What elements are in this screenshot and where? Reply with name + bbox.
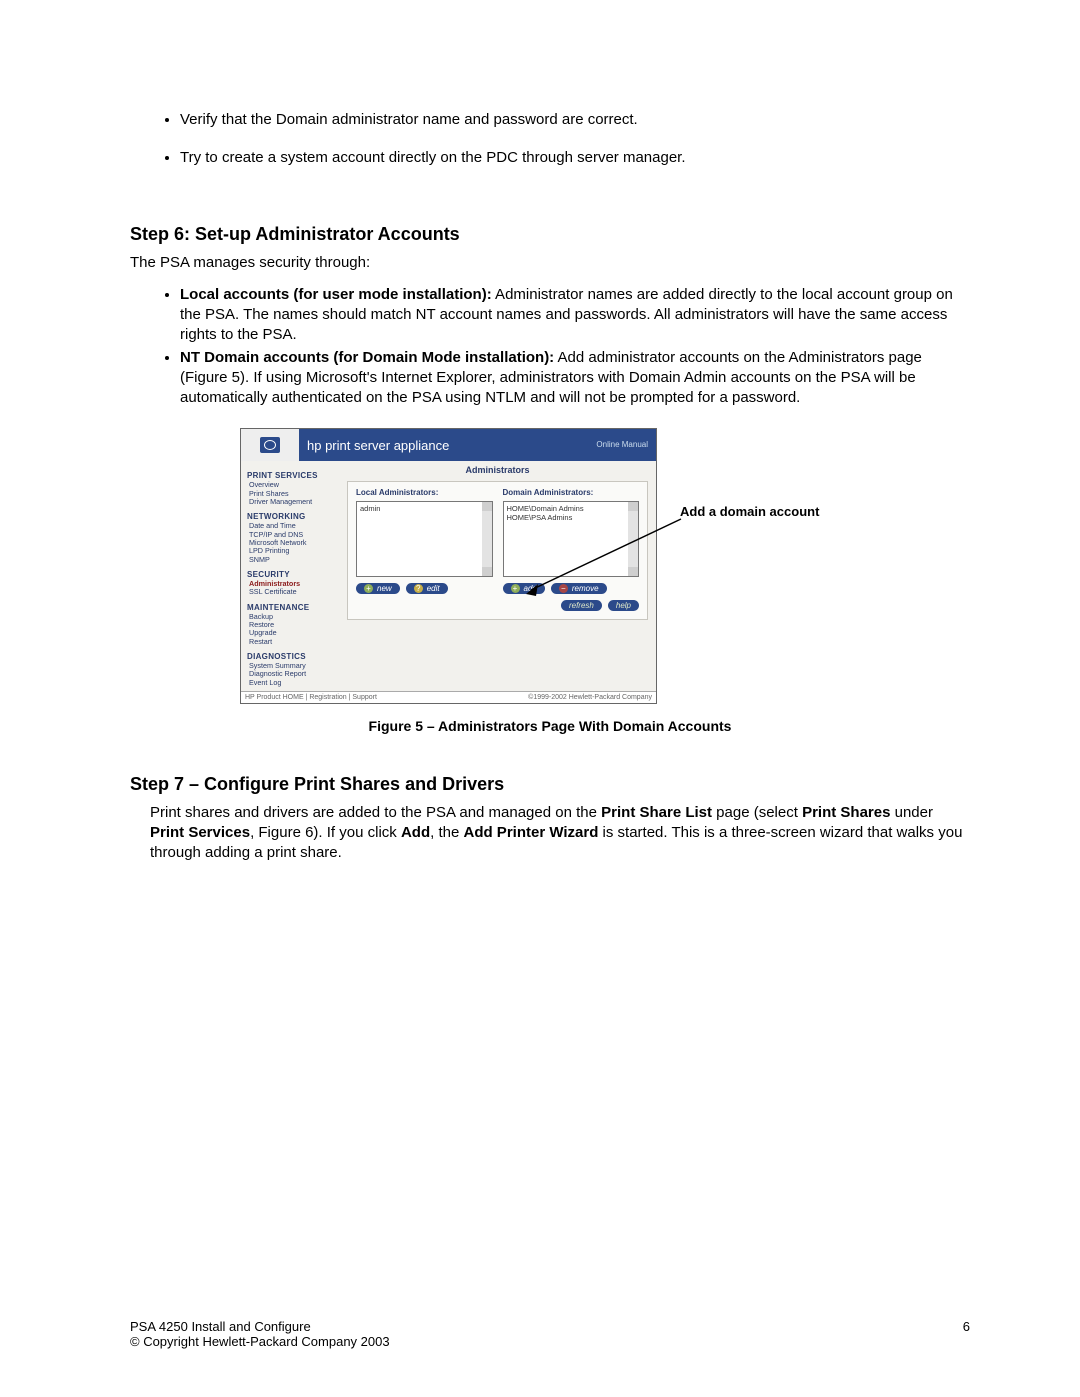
sidebar-item-ssl-cert[interactable]: SSL Certificate: [249, 588, 335, 596]
sidebar-item-driver-mgmt[interactable]: Driver Management: [249, 498, 335, 506]
plus-icon: +: [511, 584, 520, 593]
footer-copyright: © Copyright Hewlett-Packard Company 2003: [130, 1334, 390, 1349]
footer-copyright: ©1999-2002 Hewlett-Packard Company: [528, 694, 652, 701]
sidebar-item-restart[interactable]: Restart: [249, 638, 335, 646]
local-admins-listbox[interactable]: admin: [356, 501, 493, 577]
list-item[interactable]: HOME\PSA Admins: [507, 513, 626, 522]
step6-item: Local accounts (for user mode installati…: [180, 285, 970, 346]
scrollbar-icon[interactable]: [628, 502, 638, 576]
sidebar-item-snmp[interactable]: SNMP: [249, 556, 335, 564]
footer-links[interactable]: HP Product HOME | Registration | Support: [245, 694, 377, 701]
top-bullet-list: Verify that the Domain administrator nam…: [180, 110, 970, 169]
domain-admins-listbox[interactable]: HOME\Domain Admins HOME\PSA Admins: [503, 501, 640, 577]
app-header: hp print server appliance Online Manual: [241, 429, 656, 461]
step7-heading: Step 7 – Configure Print Shares and Driv…: [130, 774, 970, 795]
refresh-button[interactable]: refresh: [561, 600, 602, 611]
sidebar-item-event-log[interactable]: Event Log: [249, 679, 335, 687]
step6-item: NT Domain accounts (for Domain Mode inst…: [180, 348, 970, 409]
step7-body: Print shares and drivers are added to th…: [150, 803, 970, 864]
item-lead: Local accounts (for user mode installati…: [180, 286, 492, 303]
screenshot-admins-page: hp print server appliance Online Manual …: [240, 428, 657, 704]
annotation-label: Add a domain account: [680, 504, 819, 519]
edit-button[interactable]: ?edit: [406, 583, 448, 594]
sidebar: PRINT SERVICES Overview Print Shares Dri…: [241, 461, 339, 691]
step6-list: Local accounts (for user mode installati…: [180, 285, 970, 409]
remove-button[interactable]: −remove: [551, 583, 607, 594]
sidebar-group: DIAGNOSTICS: [247, 652, 335, 661]
bullet-item: Try to create a system account directly …: [180, 148, 970, 168]
bullet-item: Verify that the Domain administrator nam…: [180, 110, 970, 130]
sidebar-group: MAINTENANCE: [247, 603, 335, 612]
hp-logo-icon: [260, 437, 280, 453]
sidebar-group: PRINT SERVICES: [247, 471, 335, 480]
admins-panel: Local Administrators: admin +new ?ed: [347, 481, 648, 620]
list-item[interactable]: admin: [360, 504, 479, 513]
app-title: hp print server appliance: [299, 438, 596, 453]
figure5-caption: Figure 5 – Administrators Page With Doma…: [130, 718, 970, 734]
footer-doc-title: PSA 4250 Install and Configure: [130, 1319, 390, 1334]
domain-admins-label: Domain Administrators:: [503, 488, 640, 497]
item-lead: NT Domain accounts (for Domain Mode inst…: [180, 349, 554, 366]
help-button[interactable]: help: [608, 600, 639, 611]
question-icon: ?: [414, 584, 423, 593]
local-admins-label: Local Administrators:: [356, 488, 493, 497]
step6-intro: The PSA manages security through:: [130, 253, 970, 273]
scrollbar-icon[interactable]: [482, 502, 492, 576]
online-manual-link[interactable]: Online Manual: [596, 441, 656, 450]
hp-logo-box: [241, 429, 299, 461]
figure5: hp print server appliance Online Manual …: [240, 428, 860, 704]
main-content: Administrators Local Administrators: adm…: [339, 461, 656, 691]
page-footer: PSA 4250 Install and Configure © Copyrig…: [130, 1319, 970, 1349]
minus-icon: −: [559, 584, 568, 593]
add-button[interactable]: +add: [503, 583, 545, 594]
step6-heading: Step 6: Set-up Administrator Accounts: [130, 224, 970, 245]
page-title: Administrators: [347, 465, 648, 475]
page-number: 6: [963, 1319, 970, 1349]
sidebar-group: NETWORKING: [247, 512, 335, 521]
plus-icon: +: [364, 584, 373, 593]
list-item[interactable]: HOME\Domain Admins: [507, 504, 626, 513]
app-footer: HP Product HOME | Registration | Support…: [241, 691, 656, 703]
sidebar-group: SECURITY: [247, 570, 335, 579]
new-button[interactable]: +new: [356, 583, 400, 594]
